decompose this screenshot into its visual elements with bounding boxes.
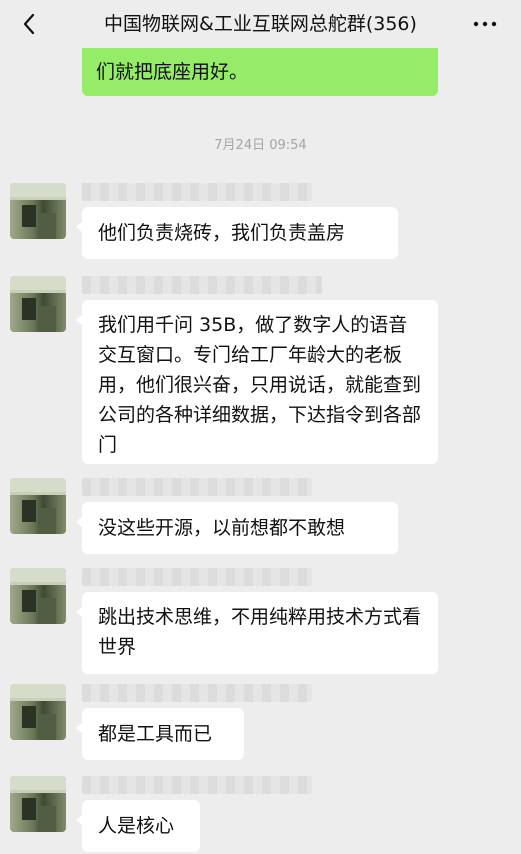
sender-name-blurred (82, 684, 312, 702)
message-bubble[interactable]: 人是核心 (76, 800, 200, 852)
message-text: 没这些开源，以前想都不敢想 (98, 517, 346, 539)
sender-name-blurred (82, 183, 312, 201)
message-bubble[interactable]: 没这些开源，以前想都不敢想 (76, 502, 398, 554)
message-text: 们就把底座用好。 (96, 61, 249, 83)
sender-name-blurred (82, 276, 322, 294)
message-text: 人是核心 (98, 815, 175, 837)
message-text: 都是工具而已 (98, 723, 213, 745)
avatar[interactable] (10, 776, 66, 832)
message-text: 跳出技术思维，不用纯粹用技术方式看世界 (98, 606, 422, 658)
sender-name-blurred (82, 568, 312, 586)
back-icon[interactable] (18, 12, 42, 36)
message-bubble[interactable]: 都是工具而已 (76, 708, 244, 760)
chat-header: 中国物联网&工业互联网总舵群(356) (0, 0, 521, 48)
sender-name-blurred (82, 776, 312, 794)
message-text: 我们用千问 35B，做了数字人的语音交互窗口。专门给工厂年龄大的老板用，他们很兴… (98, 314, 422, 456)
message-timestamp: 7月24日 09:54 (214, 138, 307, 153)
message-bubble[interactable]: 他们负责烧砖，我们负责盖房 (76, 207, 398, 259)
message-text: 他们负责烧砖，我们负责盖房 (98, 222, 346, 244)
message-bubble[interactable]: 跳出技术思维，不用纯粹用技术方式看世界 (76, 592, 438, 674)
avatar[interactable] (10, 684, 66, 740)
avatar[interactable] (10, 183, 66, 239)
avatar[interactable] (10, 276, 66, 332)
avatar[interactable] (10, 478, 66, 534)
message-bubble[interactable]: 我们用千问 35B，做了数字人的语音交互窗口。专门给工厂年龄大的老板用，他们很兴… (76, 300, 438, 464)
more-icon[interactable] (471, 12, 499, 36)
sender-name-blurred (82, 478, 312, 496)
chat-title: 中国物联网&工业互联网总舵群(356) (104, 13, 417, 35)
avatar[interactable] (10, 568, 66, 624)
sent-message-bubble[interactable]: 们就把底座用好。 (82, 48, 438, 96)
